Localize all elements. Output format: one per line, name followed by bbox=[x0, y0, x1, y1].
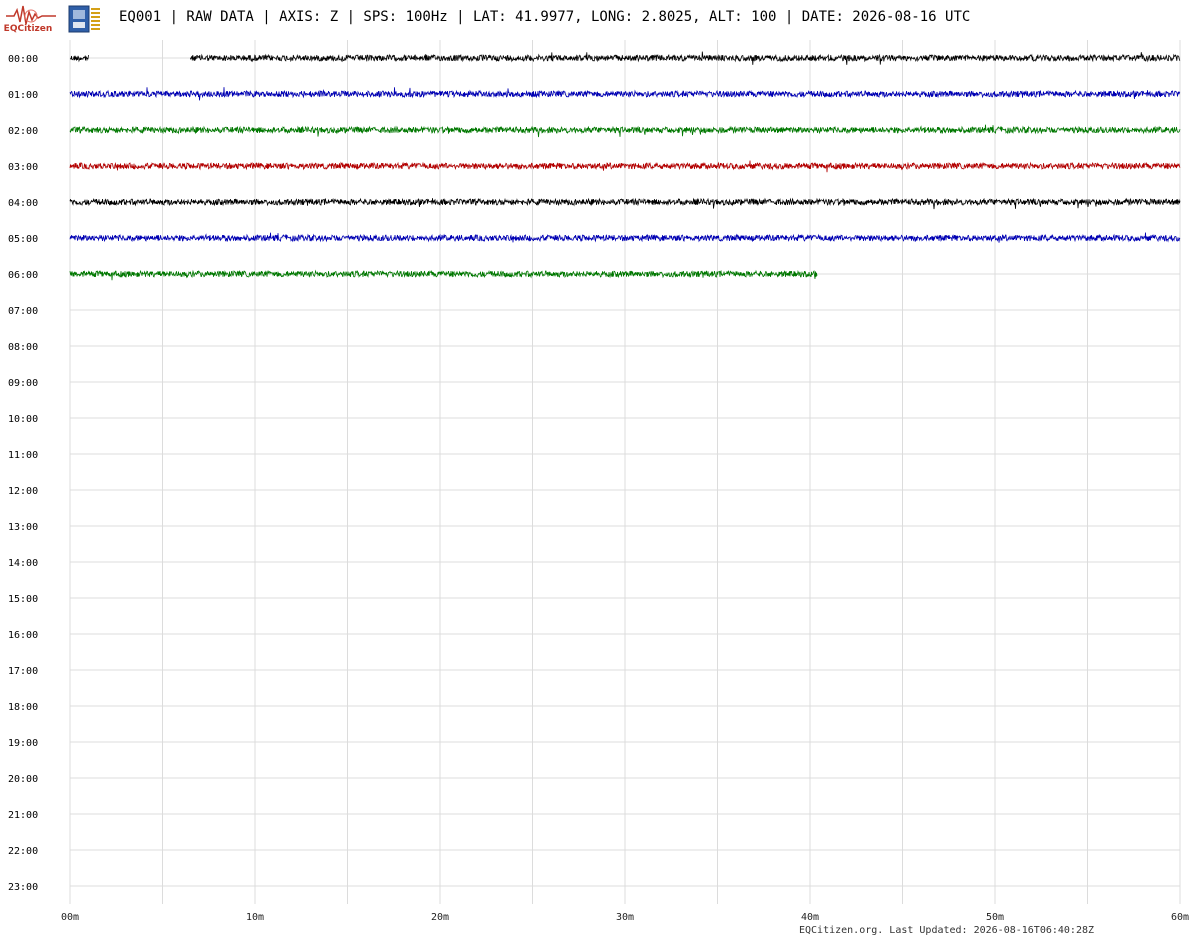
x-tick-label: 40m bbox=[801, 912, 819, 923]
hour-label: 13:00 bbox=[8, 522, 38, 533]
hour-label: 15:00 bbox=[8, 594, 38, 605]
x-tick-label: 60m bbox=[1171, 912, 1189, 923]
hour-label: 04:00 bbox=[8, 198, 38, 209]
last-updated-footer: EQCitizen.org. Last Updated: 2026-08-16T… bbox=[799, 925, 1095, 936]
hour-label: 14:00 bbox=[8, 558, 38, 569]
hour-label: 10:00 bbox=[8, 414, 38, 425]
hour-label: 20:00 bbox=[8, 774, 38, 785]
x-tick-label: 10m bbox=[246, 912, 264, 923]
hour-label: 22:00 bbox=[8, 846, 38, 857]
x-tick-label: 00m bbox=[61, 912, 79, 923]
hour-label: 06:00 bbox=[8, 270, 38, 281]
hour-label: 01:00 bbox=[8, 90, 38, 101]
hour-label: 12:00 bbox=[8, 486, 38, 497]
hour-label: 18:00 bbox=[8, 702, 38, 713]
hour-label: 21:00 bbox=[8, 810, 38, 821]
helicorder-plot: 00:00 01:00 02:00 03:00 04:00 05:00 06:00 07:00… bbox=[8, 40, 1189, 923]
hour-label: 08:00 bbox=[8, 342, 38, 353]
hour-label: 07:00 bbox=[8, 306, 38, 317]
x-tick-label: 20m bbox=[431, 912, 449, 923]
hour-label: 00:00 bbox=[8, 54, 38, 65]
x-axis-labels: 00m 10m 20m 30m 40m 50m 60m bbox=[61, 912, 1189, 923]
trace-0600 bbox=[69, 269, 818, 281]
hour-label: 17:00 bbox=[8, 666, 38, 677]
hour-labels: 00:00 01:00 02:00 03:00 04:00 05:00 06:00 07:00… bbox=[8, 54, 38, 893]
hour-label: 09:00 bbox=[8, 378, 38, 389]
x-tick-label: 50m bbox=[986, 912, 1004, 923]
hour-label: 02:00 bbox=[8, 126, 38, 137]
hour-label: 05:00 bbox=[8, 234, 38, 245]
hour-label: 19:00 bbox=[8, 738, 38, 749]
x-tick-label: 30m bbox=[616, 912, 634, 923]
hour-label: 23:00 bbox=[8, 882, 38, 893]
hour-label: 03:00 bbox=[8, 162, 38, 173]
hour-label: 11:00 bbox=[8, 450, 38, 461]
hour-label: 16:00 bbox=[8, 630, 38, 641]
grid bbox=[69, 40, 1181, 904]
